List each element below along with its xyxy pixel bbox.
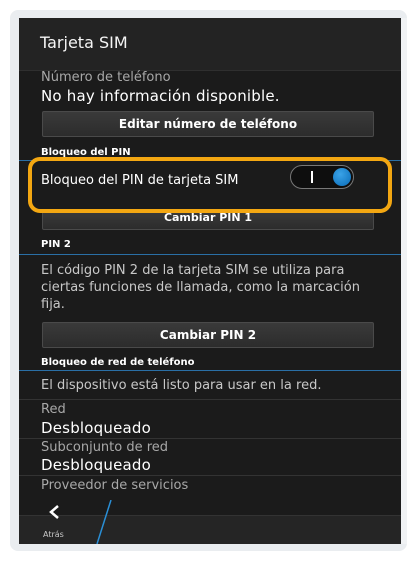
network-lock-section-header: Bloqueo de red de teléfono bbox=[19, 356, 401, 370]
row-divider bbox=[19, 399, 401, 400]
network-lock-section-divider bbox=[19, 370, 401, 371]
network-subset-value: Desbloqueado bbox=[41, 456, 152, 474]
pin2-section-divider bbox=[19, 254, 401, 255]
network-subset-label: Subconjunto de red bbox=[41, 440, 169, 455]
phone-number-label: Número de teléfono bbox=[41, 70, 171, 85]
pin2-section-title: PIN 2 bbox=[41, 239, 71, 250]
network-value: Desbloqueado bbox=[41, 419, 152, 437]
pin-lock-highlight bbox=[28, 157, 392, 213]
pin2-section-header: PIN 2 bbox=[19, 238, 401, 252]
scroll-rail bbox=[401, 18, 407, 544]
change-pin1-button[interactable]: Cambiar PIN 1 bbox=[42, 210, 374, 230]
title-bar: Tarjeta SIM bbox=[19, 18, 401, 71]
bottom-action-bar: Atrás bbox=[19, 500, 401, 544]
row-divider bbox=[19, 475, 401, 476]
network-label: Red bbox=[41, 402, 66, 417]
phone-number-value: No hay información disponible. bbox=[41, 87, 280, 105]
network-lock-section-title: Bloqueo de red de teléfono bbox=[41, 357, 195, 368]
sim-card-screen: Tarjeta SIM Número de teléfono No hay in… bbox=[19, 18, 401, 544]
network-status-text: El dispositivo está listo para usar en l… bbox=[41, 378, 322, 393]
back-button[interactable]: Atrás bbox=[19, 500, 114, 544]
pin2-description: El código PIN 2 de la tarjeta SIM se uti… bbox=[41, 263, 360, 312]
edit-phone-number-button[interactable]: Editar número de teléfono bbox=[42, 111, 374, 137]
change-pin2-button[interactable]: Cambiar PIN 2 bbox=[42, 322, 374, 348]
row-divider bbox=[19, 438, 401, 439]
page-title: Tarjeta SIM bbox=[40, 33, 128, 52]
service-provider-label: Proveedor de servicios bbox=[41, 478, 189, 493]
back-separator-slash bbox=[96, 500, 112, 544]
